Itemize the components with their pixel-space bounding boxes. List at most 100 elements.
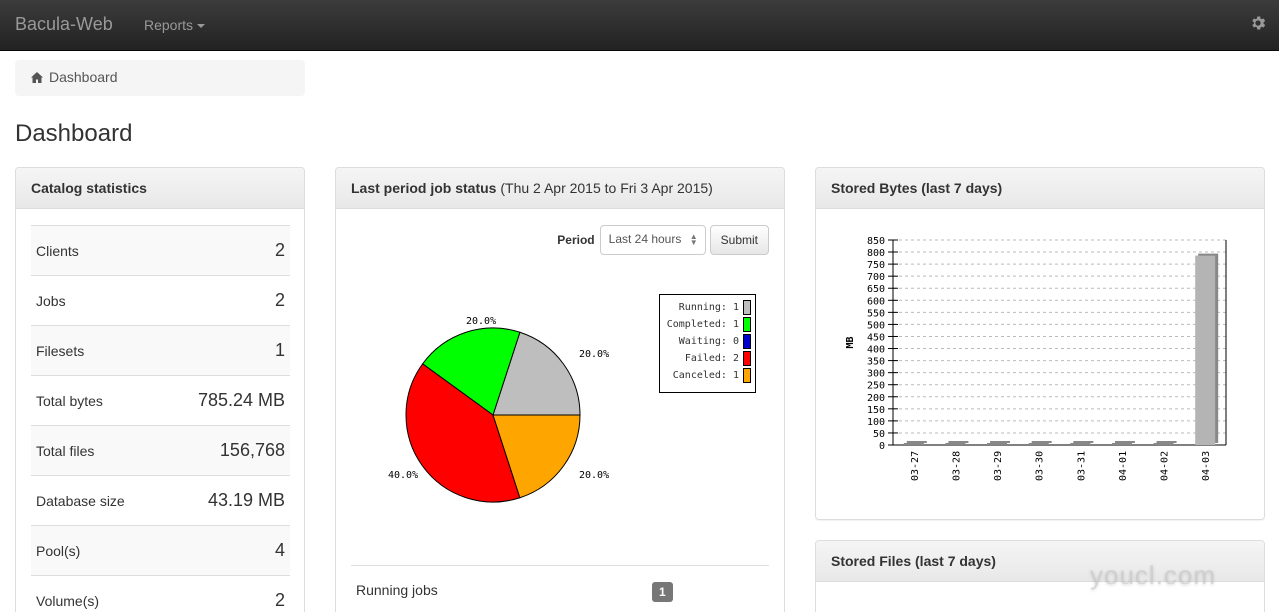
legend-text: Completed: 1 xyxy=(667,319,739,330)
y-tick-label: 100 xyxy=(867,417,885,428)
stat-row: Total files 156,768 xyxy=(31,425,290,475)
period-selected: Last 24 hours xyxy=(609,232,682,246)
stat-row: Total bytes 785.24 MB xyxy=(31,375,290,425)
bar-shadow xyxy=(948,441,968,443)
stat-label: Total bytes xyxy=(36,393,103,409)
pie-label: 20.0% xyxy=(579,349,609,360)
stat-label: Total files xyxy=(36,443,94,459)
home-icon xyxy=(31,72,43,83)
x-tick-label: 04-03 xyxy=(1201,451,1212,481)
bar-shadow xyxy=(1073,441,1093,443)
gear-icon[interactable] xyxy=(1249,14,1267,32)
select-arrows-icon: ▲▼ xyxy=(690,234,698,246)
x-tick-label: 04-02 xyxy=(1160,451,1171,481)
stat-value: 785.24 MB xyxy=(198,390,285,411)
stat-label: Pool(s) xyxy=(36,543,80,559)
panel-heading: Stored Bytes (last 7 days) xyxy=(816,168,1264,209)
x-tick-label: 04-01 xyxy=(1118,451,1129,481)
y-tick-label: 500 xyxy=(867,320,885,331)
stat-row: Database size43.19 MB xyxy=(31,475,290,525)
stored-bytes-panel: Stored Bytes (last 7 days) 0501001502002… xyxy=(815,167,1265,520)
y-tick-label: 250 xyxy=(867,381,885,392)
bar-shadow xyxy=(1032,441,1052,443)
bar-04-02 xyxy=(1154,443,1174,445)
stat-value: 156,768 xyxy=(220,440,285,461)
legend-item: Completed: 1 xyxy=(664,316,751,333)
y-tick-label: 700 xyxy=(867,272,885,283)
stat-row: Pool(s) 4 xyxy=(31,525,290,575)
legend-text: Waiting: 0 xyxy=(679,336,739,347)
y-tick-label: 850 xyxy=(867,236,885,247)
period-select[interactable]: Last 24 hours ▲▼ xyxy=(600,225,706,255)
page-title: Dashboard xyxy=(15,120,132,148)
bar-03-27 xyxy=(904,443,924,445)
stat-label: Clients xyxy=(36,243,79,259)
pie-label: 20.0% xyxy=(466,316,496,327)
bar-03-31 xyxy=(1070,443,1090,445)
stored-bytes-bar-chart: 0501001502002503003504004505005506006507… xyxy=(836,228,1246,498)
legend-text: Canceled: 1 xyxy=(673,370,739,381)
job-status-panel: Last period job status (Thu 2 Apr 2015 t… xyxy=(335,167,785,612)
legend-swatch xyxy=(743,368,751,383)
navbar: Bacula-Web Reports xyxy=(0,0,1279,51)
catalog-stats-table: Clients2Jobs2Filesets1Total bytes785.24 … xyxy=(31,225,290,612)
running-jobs-row: Running jobs 1 xyxy=(351,565,769,612)
panel-subtitle: (Thu 2 Apr 2015 to Fri 3 Apr 2015) xyxy=(500,180,712,196)
stat-row: Volume(s)2 xyxy=(31,575,290,612)
panel-heading: Last period job status (Thu 2 Apr 2015 t… xyxy=(336,168,784,209)
breadcrumb: Dashboard xyxy=(15,60,305,96)
legend-item: Running: 1 xyxy=(664,299,751,316)
bar-shadow xyxy=(990,441,1010,443)
breadcrumb-dashboard[interactable]: Dashboard xyxy=(49,69,118,85)
stat-label: Jobs xyxy=(36,293,66,309)
legend-text: Running: 1 xyxy=(679,302,739,313)
y-tick-label: 800 xyxy=(867,248,885,259)
pie-label: 40.0% xyxy=(388,470,418,481)
stat-row: Clients 2 xyxy=(31,225,290,275)
y-tick-label: 300 xyxy=(867,369,885,380)
stat-row: Jobs 2 xyxy=(31,275,290,325)
panel-title: Stored Bytes (last 7 days) xyxy=(831,180,1002,196)
y-tick-label: 650 xyxy=(867,284,885,295)
catalog-statistics-panel: Catalog statistics Clients 2 Jobs 2 Filesets… xyxy=(15,167,305,612)
legend-swatch xyxy=(743,317,751,332)
x-tick-label: 03-29 xyxy=(993,451,1004,481)
brand-link[interactable]: Bacula-Web xyxy=(15,14,113,35)
period-form: Period Last 24 hours▲▼ Submit xyxy=(557,225,769,255)
y-tick-label: 600 xyxy=(867,296,885,307)
running-jobs-label: Running jobs xyxy=(356,582,438,598)
panel-title: Last period job status xyxy=(351,180,496,196)
y-tick-label: 50 xyxy=(873,429,885,440)
job-status-pie-chart: 20.0% 20.0% 40.0% 20.0% xyxy=(376,288,636,518)
y-tick-label: 750 xyxy=(867,260,885,271)
x-tick-label: 03-31 xyxy=(1076,451,1087,481)
stat-label: Filesets xyxy=(36,343,84,359)
reports-menu[interactable]: Reports xyxy=(144,17,205,33)
caret-down-icon xyxy=(197,24,205,28)
panel-heading: Catalog statistics xyxy=(16,168,304,209)
bar-04-01 xyxy=(1112,443,1132,445)
submit-button[interactable]: Submit xyxy=(710,225,769,255)
legend-text: Failed: 2 xyxy=(685,353,739,364)
bar-03-28 xyxy=(945,443,965,445)
bar-03-30 xyxy=(1029,443,1049,445)
running-jobs-badge[interactable]: 1 xyxy=(652,582,673,602)
stat-value: 2 xyxy=(275,290,285,311)
bar-03-29 xyxy=(987,443,1007,445)
stat-value: 4 xyxy=(275,540,285,561)
legend-item: Failed: 2 xyxy=(664,350,751,367)
legend-item: Canceled: 1 xyxy=(664,367,751,384)
panel-title: Stored Files (last 7 days) xyxy=(831,553,996,569)
y-tick-label: 550 xyxy=(867,308,885,319)
watermark: youcl.com xyxy=(1090,560,1216,591)
bar-shadow xyxy=(907,441,927,443)
bar-shadow xyxy=(1157,441,1177,443)
stat-label: Volume(s) xyxy=(36,593,99,609)
stat-value: 2 xyxy=(275,240,285,261)
y-axis-label: MB xyxy=(845,336,856,348)
x-tick-label: 03-30 xyxy=(1035,451,1046,481)
pie-label: 20.0% xyxy=(579,470,609,481)
x-tick-label: 03-27 xyxy=(910,451,921,481)
reports-label: Reports xyxy=(144,17,193,33)
panel-title: Catalog statistics xyxy=(31,180,147,196)
